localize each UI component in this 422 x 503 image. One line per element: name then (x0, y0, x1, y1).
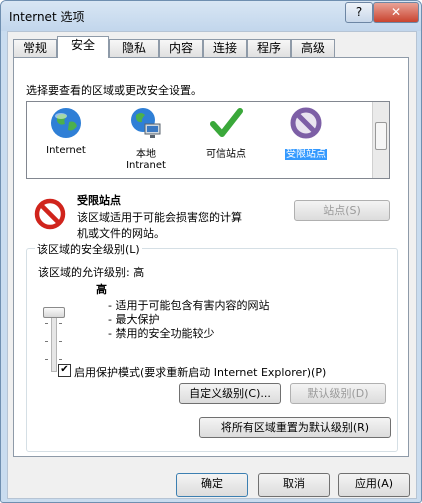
restricted-zone-large-icon (34, 198, 66, 230)
slider-tick (59, 359, 62, 360)
window-title: Internet 选项 (9, 10, 85, 24)
default-level-button[interactable]: 默认级别(D) (290, 383, 386, 404)
slider-tick (45, 359, 48, 360)
security-level-name: 高 (96, 283, 107, 296)
zone-local-intranet-label-2: Intranet (126, 160, 166, 171)
zone-trusted-sites[interactable]: 可信站点 (191, 106, 261, 160)
slider-tick (45, 341, 48, 342)
tab-connections[interactable]: 连接 (203, 39, 247, 57)
security-level-group-label: 该区域的安全级别(L) (35, 241, 142, 257)
tab-advanced[interactable]: 高级 (291, 39, 335, 57)
zone-restricted-sites-label: 受限站点 (285, 149, 327, 160)
selected-zone-desc-2: 机或文件的网站。 (77, 227, 165, 240)
slider-tick (59, 323, 62, 324)
apply-button[interactable]: 应用(A) (338, 473, 410, 497)
security-level-desc-3: - 禁用的安全功能较少 (108, 327, 215, 340)
cancel-button[interactable]: 取消 (258, 473, 330, 497)
zone-list-scrollbar[interactable] (372, 102, 389, 178)
title-bar[interactable]: Internet 选项 ? ✕ (1, 1, 421, 31)
help-button[interactable]: ? (345, 2, 373, 23)
slider-tick (45, 323, 48, 324)
protected-mode-label: 启用保护模式(要求重新启动 Internet Explorer)(P) (74, 366, 327, 379)
selected-zone-desc-1: 该区域适用于可能会损害您的计算 (77, 211, 242, 224)
custom-level-button[interactable]: 自定义级别(C)... (179, 383, 281, 404)
zone-trusted-sites-label: 可信站点 (206, 149, 246, 160)
checkmark-icon (210, 108, 243, 137)
security-tab-panel: 选择要查看的区域或更改安全设置。 Internet 本地 Intranet 可信… (13, 57, 409, 457)
ok-button[interactable]: 确定 (176, 473, 248, 497)
internet-options-window: Internet 选项 ? ✕ 常规 安全 隐私 内容 连接 程序 高级 选择要… (0, 0, 422, 503)
zone-local-intranet-label-1: 本地 (136, 149, 156, 160)
security-level-slider-thumb[interactable] (43, 307, 65, 318)
restricted-icon (290, 107, 322, 139)
close-button[interactable]: ✕ (373, 2, 419, 23)
sites-button[interactable]: 站点(S) (294, 200, 390, 221)
scrollbar-thumb[interactable] (375, 122, 387, 150)
tab-security[interactable]: 安全 (57, 36, 109, 58)
dialog-body: 常规 安全 隐私 内容 连接 程序 高级 选择要查看的区域或更改安全设置。 In… (7, 31, 417, 499)
tab-general[interactable]: 常规 (13, 39, 57, 57)
selected-zone-title: 受限站点 (77, 194, 121, 207)
zone-restricted-sites[interactable]: 受限站点 (271, 106, 341, 160)
zone-list[interactable]: Internet 本地 Intranet 可信站点 受限站点 (26, 101, 390, 179)
protected-mode-checkbox[interactable]: ✔ (58, 364, 71, 377)
zone-internet[interactable]: Internet (31, 106, 101, 156)
reset-all-zones-button[interactable]: 将所有区域重置为默认级别(R) (199, 417, 391, 438)
tab-privacy[interactable]: 隐私 (109, 39, 159, 57)
allowed-levels-label: 该区域的允许级别: 高 (38, 266, 145, 279)
local-intranet-icon (131, 108, 161, 138)
tab-programs[interactable]: 程序 (247, 39, 291, 57)
zone-local-intranet[interactable]: 本地 Intranet (111, 106, 181, 171)
slider-tick (59, 341, 62, 342)
security-level-slider-track[interactable] (51, 310, 57, 372)
globe-icon (51, 108, 81, 138)
tab-content[interactable]: 内容 (159, 39, 203, 57)
zone-internet-label: Internet (46, 145, 86, 156)
zone-prompt: 选择要查看的区域或更改安全设置。 (26, 84, 202, 97)
